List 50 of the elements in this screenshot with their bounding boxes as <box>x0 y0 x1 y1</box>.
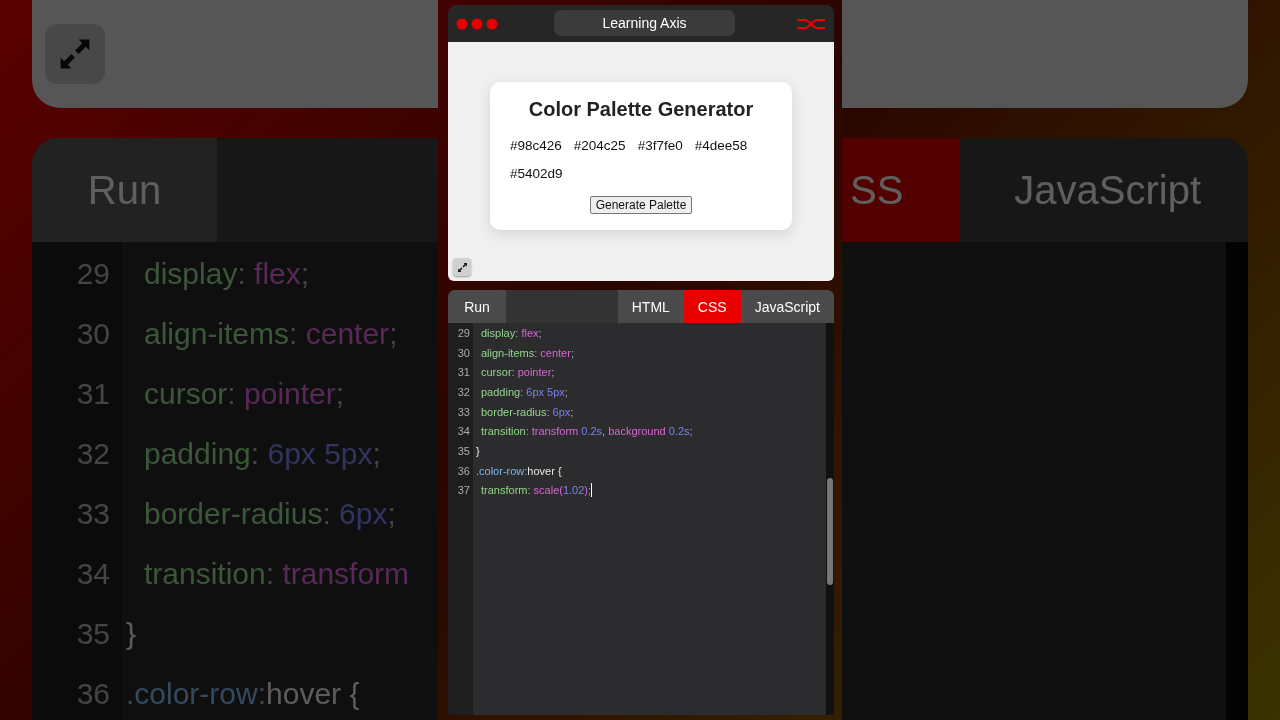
window-controls-icon <box>456 17 500 30</box>
generate-button[interactable]: Generate Palette <box>589 196 693 214</box>
code-text: padding: 6px 5px; <box>480 385 568 398</box>
code-text: border-radius: 6px; <box>143 497 396 531</box>
scrollbar[interactable] <box>826 323 834 715</box>
color-code: #3f7fe0 <box>637 138 683 153</box>
line-number: 29 <box>75 257 111 291</box>
code-text: cursor: pointer; <box>143 377 345 411</box>
card-title: Color Palette Generator <box>528 98 754 121</box>
expand-icon <box>456 261 468 273</box>
editor-tab[interactable]: CSS <box>683 290 741 323</box>
color-code: #98c426 <box>510 138 562 153</box>
code-text: transform: scale(1.02); <box>480 483 593 498</box>
line-number: 33 <box>75 497 111 531</box>
code-text: display: flex; <box>480 326 542 339</box>
line-number: 30 <box>75 317 111 351</box>
color-code: #4dee58 <box>694 138 748 153</box>
line-number: 31 <box>456 366 471 379</box>
color-code: #5402d9 <box>510 166 563 181</box>
line-number: 31 <box>75 377 111 411</box>
line-number: 36 <box>456 464 471 477</box>
code-text: align-items: center; <box>143 317 398 351</box>
line-number: 36 <box>75 677 111 711</box>
expand-button[interactable] <box>453 258 471 276</box>
line-number: 35 <box>456 444 471 457</box>
line-number: 29 <box>456 326 471 339</box>
line-number: 33 <box>456 405 471 418</box>
code-text: transition: transform 0.2s, background 0.2s; <box>480 425 693 438</box>
code-text: transition: transform <box>143 557 410 591</box>
line-number: 30 <box>456 346 471 359</box>
line-number: 37 <box>456 484 471 497</box>
code-text: .color-row:hover { <box>125 677 360 711</box>
code-text: } <box>125 617 137 651</box>
code-text: border-radius: 6px; <box>480 405 574 418</box>
line-number: 34 <box>75 557 111 591</box>
color-code: #204c25 <box>573 138 626 153</box>
code-text: align-items: center; <box>480 346 574 359</box>
code-text: .color-row:hover { <box>475 464 562 477</box>
line-number: 32 <box>75 437 111 471</box>
line-number: 34 <box>456 425 471 438</box>
code-text: cursor: pointer; <box>480 366 555 379</box>
code-text: display: flex; <box>143 257 310 291</box>
line-number: 35 <box>75 617 111 651</box>
run-button[interactable]: Run <box>448 290 506 323</box>
editor-tab[interactable]: HTML <box>617 290 684 323</box>
code-text: } <box>475 444 480 457</box>
window-title: Learning Axis <box>554 10 735 36</box>
editor-tab[interactable]: JavaScript <box>740 290 834 323</box>
code-text: padding: 6px 5px; <box>143 437 381 471</box>
line-number: 32 <box>456 385 471 398</box>
